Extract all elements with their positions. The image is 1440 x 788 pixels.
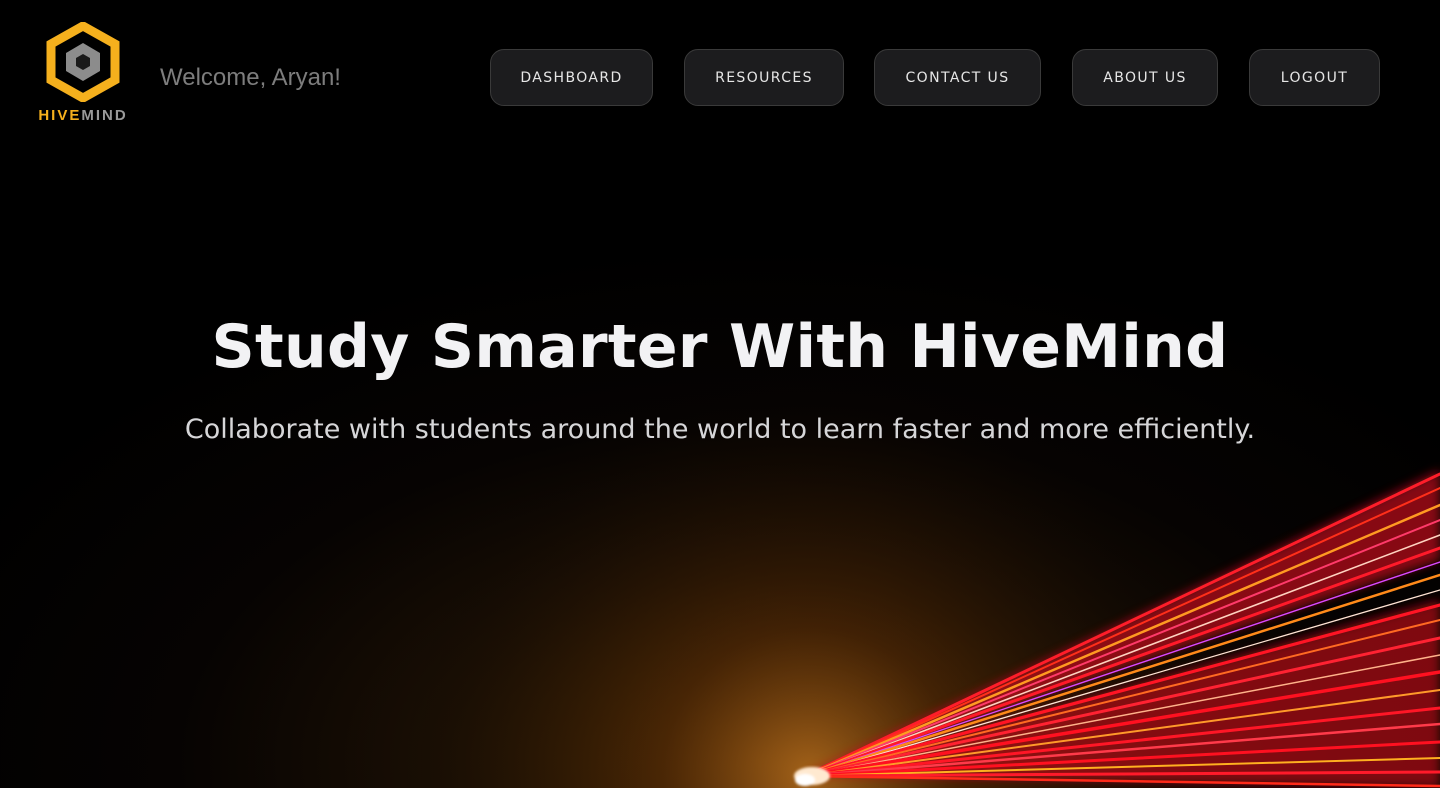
nav-about-us-button[interactable]: ABOUT US <box>1072 49 1218 106</box>
hero-title: Study Smarter With HiveMind <box>211 312 1229 382</box>
nav-logout-button[interactable]: LOGOUT <box>1249 49 1380 106</box>
hivemind-logo[interactable]: HIVEMIND <box>34 22 132 126</box>
hero-subtitle: Collaborate with students around the wor… <box>184 414 1256 445</box>
welcome-message: Welcome, Aryan! <box>160 64 341 91</box>
top-header: HIVEMIND Welcome, Aryan! DASHBOARD RESOU… <box>0 0 1440 140</box>
logo-wordmark: HIVEMIND <box>38 107 128 124</box>
hexagon-logo-icon <box>46 22 120 102</box>
nav-contact-us-button[interactable]: CONTACT US <box>874 49 1041 106</box>
landing-page: HIVEMIND Welcome, Aryan! DASHBOARD RESOU… <box>0 0 1440 788</box>
nav-dashboard-button[interactable]: DASHBOARD <box>490 49 653 106</box>
nav-resources-button[interactable]: RESOURCES <box>684 49 844 106</box>
